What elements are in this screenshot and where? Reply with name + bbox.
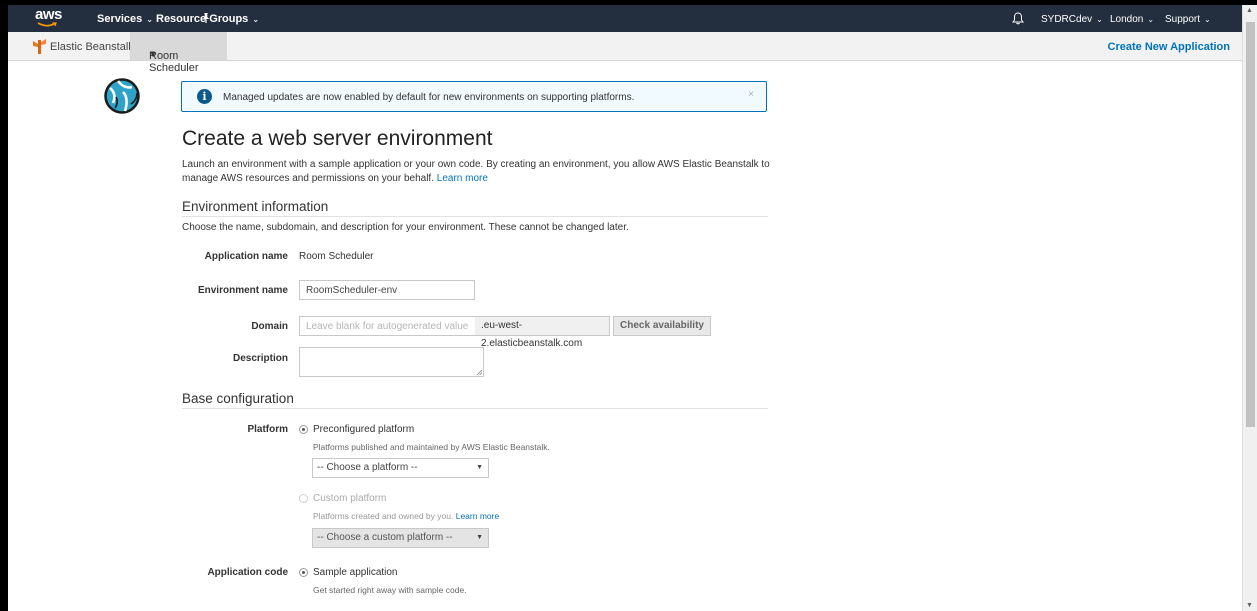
elastic-beanstalk-link[interactable]: Elastic Beanstalk xyxy=(50,41,134,53)
domain-suffix: .eu-west-2.elasticbeanstalk.com xyxy=(475,316,610,349)
description-label: Description xyxy=(232,353,288,364)
check-availability-button[interactable]: Check availability xyxy=(613,316,711,336)
page-intro: Launch an environment with a sample appl… xyxy=(182,158,782,186)
caret-down-icon: ▼ xyxy=(149,50,157,59)
preconfigured-platform-radio[interactable] xyxy=(299,425,308,434)
sample-application-radio[interactable] xyxy=(299,568,308,577)
support-menu[interactable]: Support ⌄ xyxy=(1165,14,1211,25)
resize-grip-icon[interactable] xyxy=(476,369,482,375)
domain-label: Domain xyxy=(251,321,288,332)
custom-platform-label[interactable]: Custom platform xyxy=(313,493,386,504)
account-label: SYDRCdev xyxy=(1041,14,1093,25)
top-navigation-bar: aws Services ⌄ Resource Groups ⌄ SYDRCdev ⌄… xyxy=(8,5,1242,32)
application-name-value: Room Scheduler xyxy=(299,251,374,262)
support-label: Support xyxy=(1165,14,1201,25)
application-name-label: Application name xyxy=(204,251,288,262)
caret-down-icon: ▼ xyxy=(476,534,483,541)
chevron-down-icon: ⌄ xyxy=(1096,15,1103,24)
services-menu[interactable]: Services ⌄ xyxy=(97,13,153,25)
scrollbar-thumb[interactable] xyxy=(1246,22,1255,427)
chevron-down-icon: ⌄ xyxy=(252,15,260,24)
custom-platform-select[interactable]: -- Choose a custom platform -- ▼ xyxy=(312,528,489,548)
region-menu[interactable]: London ⌄ xyxy=(1110,14,1154,25)
application-dropdown[interactable]: Room Scheduler ▼ xyxy=(131,32,227,74)
chevron-down-icon: ⌄ xyxy=(146,15,153,24)
page-title: Create a web server environment xyxy=(182,127,493,150)
sample-application-hint: Get started right away with sample code. xyxy=(313,585,467,595)
info-icon: i xyxy=(197,89,212,104)
environment-information-heading: Environment information xyxy=(182,199,329,214)
platform-select[interactable]: -- Choose a platform -- ▼ xyxy=(312,458,489,478)
environment-information-description: Choose the name, subdomain, and descript… xyxy=(182,222,629,233)
window-frame-left xyxy=(0,0,8,611)
chevron-down-icon: ⌄ xyxy=(1147,15,1155,24)
region-label: London xyxy=(1110,14,1144,25)
base-configuration-heading: Base configuration xyxy=(182,391,294,406)
custom-platform-hint: Platforms created and owned by you. Lear… xyxy=(313,511,499,521)
elastic-beanstalk-icon xyxy=(33,39,46,54)
close-icon[interactable]: × xyxy=(748,89,754,100)
custom-platform-hint-text: Platforms created and owned by you. xyxy=(313,511,454,521)
create-new-application-link[interactable]: Create New Application xyxy=(1108,41,1230,53)
learn-more-link[interactable]: Learn more xyxy=(437,173,488,184)
chevron-down-icon: ⌄ xyxy=(1204,15,1211,24)
notifications-bell-icon[interactable] xyxy=(1012,12,1024,25)
section-divider xyxy=(182,408,768,409)
scroll-down-arrow-icon[interactable]: ▼ xyxy=(1246,602,1253,609)
section-divider xyxy=(182,216,768,217)
description-textarea[interactable] xyxy=(299,347,484,377)
services-label: Services xyxy=(97,13,143,25)
aws-logo-text: aws xyxy=(35,6,62,23)
aws-smile-icon xyxy=(37,22,57,27)
banner-text: Managed updates are now enabled by defau… xyxy=(223,92,635,103)
vertical-scrollbar[interactable]: ▲ ▼ xyxy=(1242,5,1257,611)
account-menu[interactable]: SYDRCdev ⌄ xyxy=(1041,14,1103,25)
sample-application-label[interactable]: Sample application xyxy=(313,567,398,578)
scroll-up-arrow-icon[interactable]: ▲ xyxy=(1246,7,1253,14)
application-code-label: Application code xyxy=(207,567,288,578)
preconfigured-platform-label[interactable]: Preconfigured platform xyxy=(313,424,414,435)
caret-down-icon: ▼ xyxy=(476,464,483,471)
platform-label: Platform xyxy=(247,424,288,435)
custom-platform-select-value: -- Choose a custom platform -- xyxy=(317,532,453,543)
globe-icon xyxy=(104,78,140,114)
pin-icon[interactable] xyxy=(200,12,212,24)
service-sub-navigation: Elastic Beanstalk Room Scheduler ▼ Creat… xyxy=(8,32,1242,74)
custom-platform-learn-more-link[interactable]: Learn more xyxy=(456,511,499,521)
aws-logo[interactable]: aws xyxy=(35,6,63,29)
environment-name-input[interactable] xyxy=(299,280,475,300)
platform-select-value: -- Choose a platform -- xyxy=(317,462,418,473)
domain-input[interactable] xyxy=(299,316,476,336)
managed-updates-banner: i Managed updates are now enabled by def… xyxy=(181,81,767,112)
environment-name-label: Environment name xyxy=(197,285,288,296)
custom-platform-radio[interactable] xyxy=(299,494,308,503)
preconfigured-platform-hint: Platforms published and maintained by AW… xyxy=(313,442,550,452)
